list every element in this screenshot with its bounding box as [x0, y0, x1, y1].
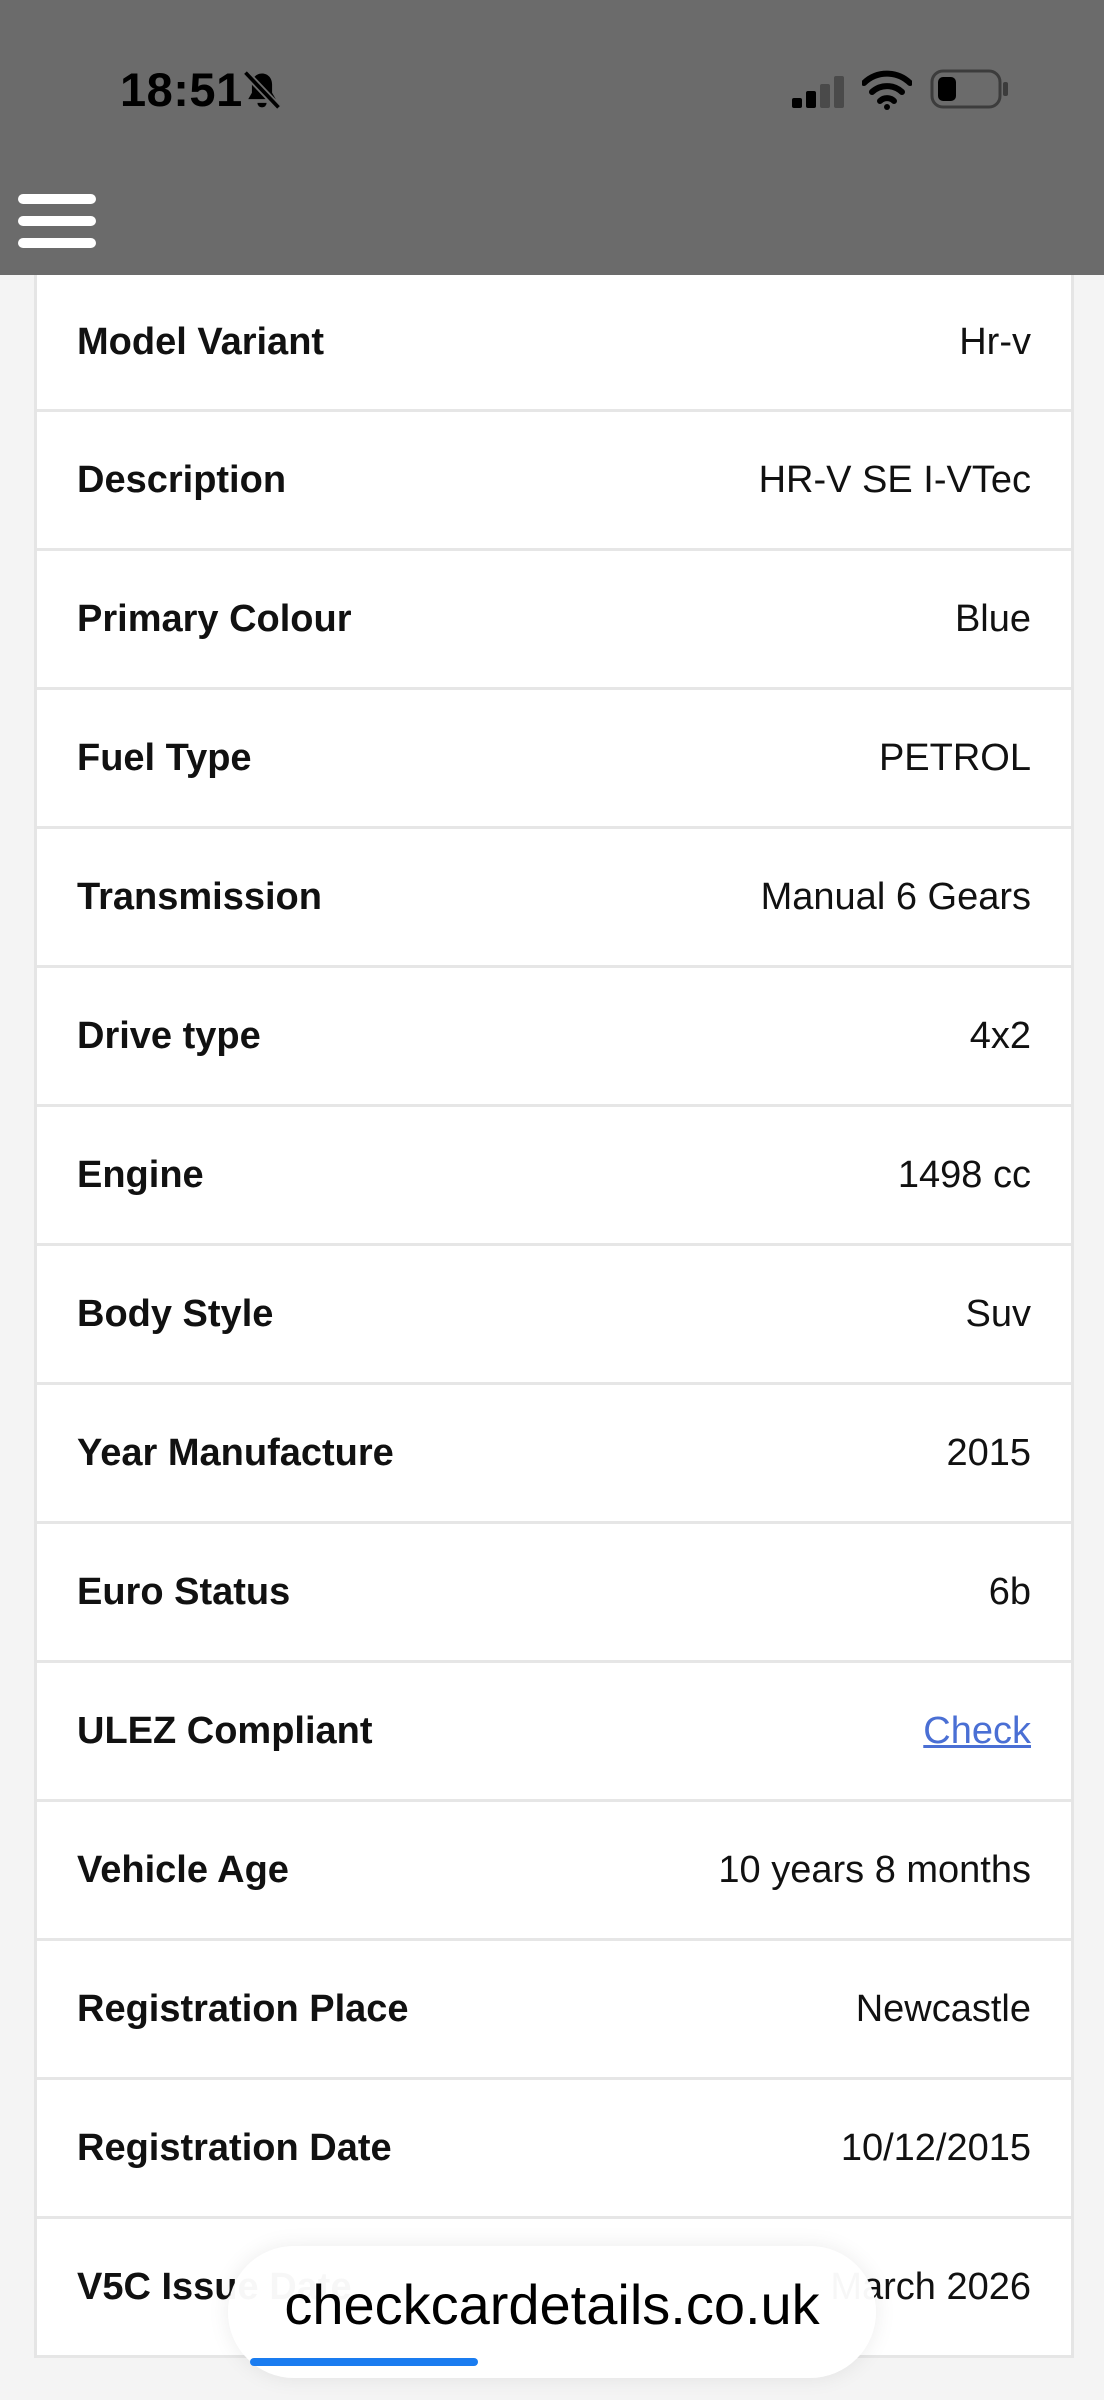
detail-label: Description	[77, 458, 287, 501]
detail-label: Vehicle Age	[77, 1848, 289, 1891]
app-header: 18:51	[0, 0, 1104, 275]
detail-label: Engine	[77, 1153, 204, 1196]
detail-value: 4x2	[969, 1014, 1031, 1057]
detail-value: Blue	[954, 597, 1031, 640]
detail-value: Newcastle	[855, 1987, 1031, 2030]
detail-value: 10/12/2015	[840, 2126, 1031, 2169]
detail-value: PETROL	[878, 736, 1031, 779]
detail-row-year-manufacture: Year Manufacture 2015	[37, 1385, 1071, 1524]
bell-muted-icon	[242, 70, 282, 110]
detail-label: Primary Colour	[77, 597, 352, 640]
url-text: checkcardetails.co.uk	[284, 2273, 820, 2336]
detail-label: Year Manufacture	[77, 1431, 394, 1474]
detail-row-registration-place: Registration Place Newcastle	[37, 1941, 1071, 2080]
detail-row-vehicle-age: Vehicle Age 10 years 8 months	[37, 1802, 1071, 1941]
detail-value: Manual 6 Gears	[760, 875, 1031, 918]
detail-value: 1498 cc	[897, 1153, 1031, 1196]
detail-row-body-style: Body Style Suv	[37, 1246, 1071, 1385]
detail-label: Fuel Type	[77, 736, 252, 779]
detail-label: Drive type	[77, 1014, 261, 1057]
cellular-signal-icon	[792, 76, 844, 108]
detail-value: Suv	[965, 1292, 1031, 1335]
detail-label: Registration Place	[77, 1987, 409, 2030]
wifi-icon	[862, 70, 912, 110]
browser-address-bar[interactable]: checkcardetails.co.uk	[228, 2246, 876, 2378]
page-load-progress-bar	[250, 2358, 478, 2366]
detail-row-drive-type: Drive type 4x2	[37, 968, 1071, 1107]
detail-value: HR-V SE I-VTec	[758, 458, 1031, 501]
detail-value: 2015	[946, 1431, 1031, 1474]
detail-value: Hr-v	[959, 320, 1031, 363]
detail-row-description: Description HR-V SE I-VTec	[37, 412, 1071, 551]
detail-row-transmission: Transmission Manual 6 Gears	[37, 829, 1071, 968]
detail-row-primary-colour: Primary Colour Blue	[37, 551, 1071, 690]
ulez-check-link[interactable]: Check	[923, 1710, 1031, 1753]
detail-label: Transmission	[77, 875, 322, 918]
detail-label: Model Variant	[77, 320, 325, 363]
detail-row-euro-status: Euro Status 6b	[37, 1524, 1071, 1663]
hamburger-menu-button[interactable]	[18, 190, 98, 252]
battery-icon	[930, 69, 1008, 109]
vehicle-details-table: Model Variant Hr-v Description HR-V SE I…	[34, 275, 1074, 2358]
detail-row-ulez-compliant: ULEZ Compliant Check	[37, 1663, 1071, 1802]
detail-value: 6b	[988, 1570, 1031, 1613]
detail-label: Euro Status	[77, 1570, 291, 1613]
detail-row-engine: Engine 1498 cc	[37, 1107, 1071, 1246]
detail-row-model-variant: Model Variant Hr-v	[37, 275, 1071, 412]
status-time: 18:51	[120, 63, 243, 116]
detail-label: Body Style	[77, 1292, 274, 1335]
detail-row-registration-date: Registration Date 10/12/2015	[37, 2080, 1071, 2219]
detail-label: ULEZ Compliant	[77, 1709, 373, 1752]
detail-row-fuel-type: Fuel Type PETROL	[37, 690, 1071, 829]
detail-value: 10 years 8 months	[718, 1848, 1031, 1891]
detail-label: Registration Date	[77, 2126, 392, 2169]
